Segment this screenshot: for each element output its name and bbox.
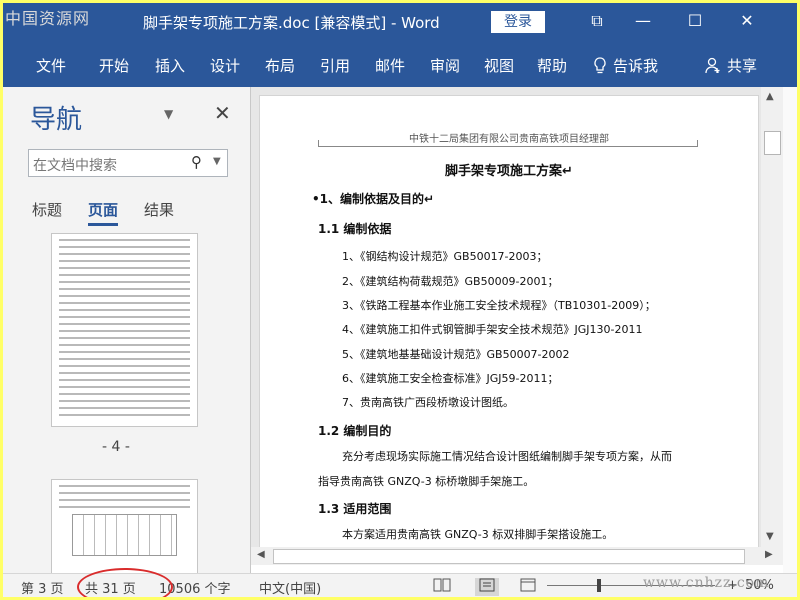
login-button[interactable]: 登录 <box>491 11 545 33</box>
page-thumbnail-5[interactable] <box>51 479 198 574</box>
list-item: 3、《铁路工程基本作业施工安全技术规程》（TB10301-2009）； <box>342 299 656 312</box>
tab-insert[interactable]: 插入 <box>155 55 185 76</box>
tab-review[interactable]: 审阅 <box>430 55 460 76</box>
tab-home[interactable]: 开始 <box>99 55 129 76</box>
list-item: 5、《建筑地基基础设计规范》GB50007-2002 <box>342 348 570 361</box>
horizontal-scrollbar[interactable]: ◀ ▶ <box>251 547 783 565</box>
scroll-down-icon[interactable]: ▼ <box>766 531 774 542</box>
title-bar: 中国资源网 脚手架专项施工方案.doc [兼容模式] - Word 登录 ⧉ —… <box>3 3 797 41</box>
share-label: 共享 <box>727 57 758 75</box>
tell-me-label: 告诉我 <box>613 57 659 75</box>
list-item: 6、《建筑施工安全检查标准》JGJ59-2011； <box>342 372 559 385</box>
nav-close-icon[interactable]: ✕ <box>214 101 231 125</box>
maximize-button[interactable]: ☐ <box>681 9 709 33</box>
scroll-up-icon[interactable]: ▲ <box>766 91 774 102</box>
navigation-pane: 导航 ▼ ✕ 在文档中搜索 ⚲ ▼ 标题 页面 结果 - 4 - <box>14 87 251 574</box>
tab-references[interactable]: 引用 <box>320 55 350 76</box>
chevron-down-icon[interactable]: ▼ <box>213 156 221 167</box>
document-title: 脚手架专项施工方案↵ <box>445 164 573 179</box>
nav-search-input[interactable]: 在文档中搜索 ⚲ ▼ <box>28 149 228 177</box>
site-watermark: 中国资源网 <box>5 9 91 28</box>
nav-tab-headings[interactable]: 标题 <box>32 199 62 220</box>
lightbulb-icon <box>594 56 606 73</box>
page-header: 中铁十二局集团有限公司贵南高铁项目经理部 <box>409 134 609 145</box>
horizontal-scroll-thumb[interactable] <box>273 549 745 564</box>
zoom-slider-knob[interactable] <box>597 579 601 592</box>
tab-layout[interactable]: 布局 <box>265 55 295 76</box>
list-item: 7、贵南高铁广西段桥墩设计图纸。 <box>342 396 514 409</box>
site-watermark-bottom: www.cnhzz.com <box>643 575 770 591</box>
list-item: 4、《建筑施工扣件式钢管脚手架安全技术规范》JGJ130-2011 <box>342 323 643 336</box>
scroll-left-icon[interactable]: ◀ <box>257 549 265 560</box>
person-icon <box>705 57 720 73</box>
read-mode-icon[interactable] <box>433 578 451 596</box>
page-thumbnail-4[interactable] <box>51 233 198 427</box>
ribbon-tabs: 文件 开始 插入 设计 布局 引用 邮件 审阅 视图 帮助 告诉我 共享 <box>3 41 797 87</box>
document-area: 中铁十二局集团有限公司贵南高铁项目经理部 脚手架专项施工方案↵ •1、编制依据及… <box>251 87 761 557</box>
restore-ribbon-button[interactable]: ⧉ <box>583 9 611 33</box>
heading-1: •1、编制依据及目的↵ <box>312 192 435 206</box>
document-page[interactable]: 中铁十二局集团有限公司贵南高铁项目经理部 脚手架专项施工方案↵ •1、编制依据及… <box>259 95 759 557</box>
tab-file[interactable]: 文件 <box>36 55 66 76</box>
vertical-scroll-thumb[interactable] <box>764 131 781 155</box>
minimize-button[interactable]: — <box>629 9 657 33</box>
thumbnail-page-label: - 4 - <box>102 439 130 455</box>
scroll-right-icon[interactable]: ▶ <box>765 549 773 560</box>
tab-view[interactable]: 视图 <box>484 55 514 76</box>
tab-mailings[interactable]: 邮件 <box>375 55 405 76</box>
nav-options-icon[interactable]: ▼ <box>164 107 173 121</box>
vertical-scrollbar[interactable]: ▲ ▼ <box>761 87 783 547</box>
header-rule <box>318 146 698 147</box>
heading-1-2: 1.2 编制目的 <box>318 424 392 438</box>
status-language[interactable]: 中文(中国) <box>259 578 321 597</box>
header-rule-tick-left <box>318 140 319 147</box>
thumbnail-figure <box>72 514 177 556</box>
paragraph-line: 指导贵南高铁 GNZQ-3 标桥墩脚手架施工。 <box>318 475 535 488</box>
paragraph-line: 本方案适用贵南高铁 GNZQ-3 标双排脚手架搭设施工。 <box>342 528 614 541</box>
list-item: 1、《钢结构设计规范》GB50017-2003； <box>342 250 548 263</box>
nav-tab-results[interactable]: 结果 <box>144 199 174 220</box>
close-button[interactable]: ✕ <box>733 9 761 33</box>
heading-1-3: 1.3 适用范围 <box>318 502 392 516</box>
search-placeholder: 在文档中搜索 <box>33 158 117 174</box>
web-layout-icon[interactable] <box>519 578 537 596</box>
right-edge <box>783 87 797 573</box>
nav-title: 导航 <box>30 105 83 135</box>
header-rule-tick-right <box>697 140 698 147</box>
paragraph-line: 充分考虑现场实际施工情况结合设计图纸编制脚手架专项方案，从而 <box>342 450 672 463</box>
word-window: 中国资源网 脚手架专项施工方案.doc [兼容模式] - Word 登录 ⧉ —… <box>3 3 797 597</box>
list-item: 2、《建筑结构荷载规范》GB50009-2001； <box>342 275 559 288</box>
heading-1-1: 1.1 编制依据 <box>318 222 392 236</box>
print-layout-icon[interactable] <box>475 578 499 596</box>
share-button[interactable]: 共享 <box>705 55 757 76</box>
tab-design[interactable]: 设计 <box>210 55 240 76</box>
tab-help[interactable]: 帮助 <box>537 55 567 76</box>
status-page[interactable]: 第 3 页 <box>21 578 64 597</box>
search-icon[interactable]: ⚲ <box>191 153 202 171</box>
tell-me-box[interactable]: 告诉我 <box>593 55 658 76</box>
nav-tab-pages[interactable]: 页面 <box>88 199 119 226</box>
window-title: 脚手架专项施工方案.doc [兼容模式] - Word <box>143 14 440 32</box>
